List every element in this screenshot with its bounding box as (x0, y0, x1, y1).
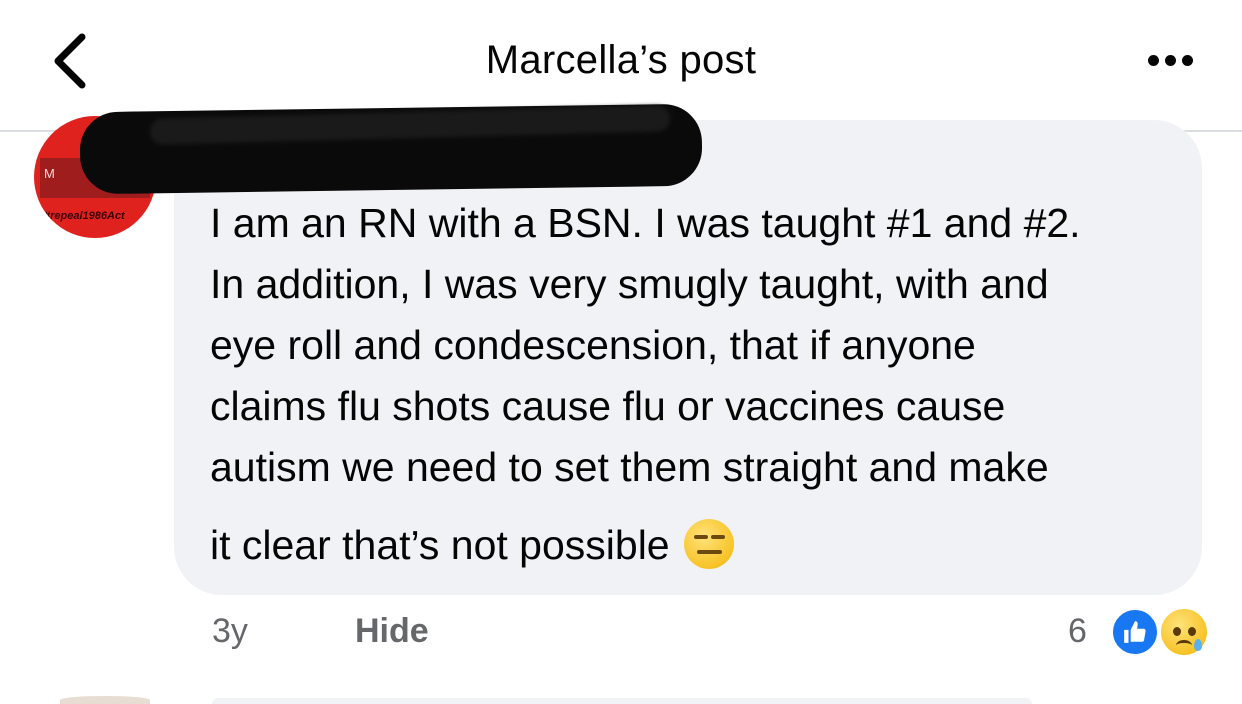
comment-text: I am an RN with a BSN. I was taught #1 a… (210, 193, 1190, 576)
comment-line: it clear that’s not possible (210, 522, 670, 568)
more-options-button[interactable] (1140, 40, 1200, 80)
comment-line: I am an RN with a BSN. I was taught #1 a… (210, 200, 1081, 246)
next-comment-bubble (212, 698, 1032, 704)
avatar-text: #repeal1986Act (44, 210, 125, 222)
like-icon[interactable] (1110, 607, 1160, 657)
more-dot (1164, 54, 1176, 66)
more-dot (1181, 54, 1193, 66)
thumbs-up-glyph (1124, 621, 1146, 643)
comment-last-line: it clear that’s not possible (210, 515, 734, 576)
comment-line: claims flu shots cause flu or vaccines c… (210, 383, 1006, 429)
comment-line: In addition, I was very smugly taught, w… (210, 261, 1049, 307)
page-title: Marcella’s post (485, 38, 757, 82)
sad-icon[interactable] (1158, 606, 1210, 658)
comment-line: eye roll and condescension, that if anyo… (210, 322, 976, 368)
reaction-count[interactable]: 6 (1068, 612, 1087, 651)
hide-button[interactable]: Hide (355, 612, 429, 651)
avatar-mark: M (44, 166, 55, 181)
expressionless-face-emoji (683, 519, 734, 569)
more-horizontal-icon (1147, 54, 1159, 66)
comment-line: autism we need to set them straight and … (210, 444, 1049, 490)
comment-age: 3y (212, 612, 248, 650)
